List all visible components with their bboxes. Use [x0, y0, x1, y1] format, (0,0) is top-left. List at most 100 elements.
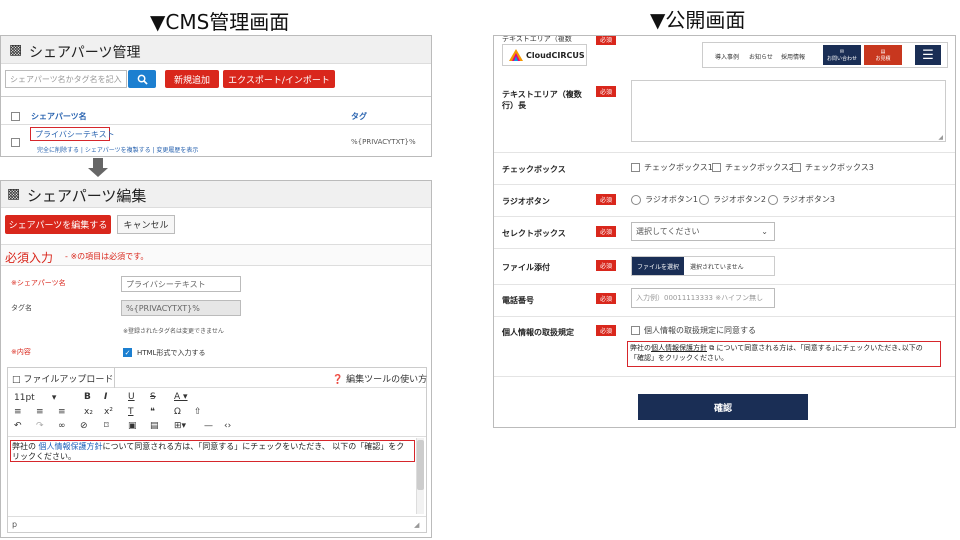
privacy-checkbox[interactable] [631, 326, 640, 335]
col-tag-header[interactable]: タグ [351, 111, 367, 122]
arrow-shaft [93, 158, 103, 168]
align-center-icon[interactable]: ≡ [36, 407, 44, 417]
link-icon[interactable]: ∞ [58, 421, 66, 431]
tel-input[interactable]: 入力例）00011113333 ※ハイフン無し [631, 288, 775, 308]
radio-button[interactable] [768, 194, 778, 205]
strike-icon[interactable]: S [150, 392, 156, 402]
hr-icon[interactable]: — [204, 421, 213, 431]
radio-button[interactable] [699, 194, 709, 205]
logo[interactable]: CloudCIRCUS [502, 44, 587, 66]
tag-input: %{PRIVACYTXT}% [121, 300, 241, 316]
hamburger-menu-icon[interactable]: ☰ [915, 45, 941, 65]
tab-divider [114, 368, 115, 388]
row-name-link[interactable]: プライバシーテキスト [35, 129, 115, 140]
textarea-label: テキストエリア（複数行）長 [502, 90, 582, 110]
text-color-icon[interactable]: A ▾ [174, 392, 188, 402]
table-icon[interactable]: ⊞▾ [174, 421, 186, 431]
search-button[interactable] [128, 70, 156, 88]
privacy-link[interactable]: 個人情報保護方針 [651, 344, 707, 352]
help-link[interactable]: ❓ 編集ツールの使い方 [332, 372, 427, 385]
divider [8, 516, 426, 517]
bold-icon[interactable]: B [84, 392, 91, 402]
upload-icon[interactable]: ⇧ [194, 407, 202, 417]
nav-item[interactable]: お知らせ [749, 52, 773, 61]
checkbox-option[interactable]: チェックボックス2 [712, 162, 794, 173]
divider [494, 248, 955, 249]
divider [494, 184, 955, 185]
privacy-checkbox-option[interactable]: 個人情報の取扱規定に同意する [631, 325, 756, 336]
row-tag: %{PRIVACYTXT}% [351, 138, 416, 146]
unlink-icon[interactable]: ⊘ [80, 421, 88, 431]
align-left-icon[interactable]: ≡ [14, 407, 22, 417]
media-icon[interactable]: ▤ [150, 421, 159, 431]
undo-icon[interactable]: ↶ [14, 421, 22, 431]
divider [1, 124, 431, 125]
required-title: 必須入力 [5, 251, 54, 265]
bookmark-icon[interactable]: ⌑ [104, 421, 109, 431]
required-badge: 必須 [596, 86, 616, 97]
cancel-button[interactable]: キャンセル [117, 215, 175, 234]
name-input[interactable]: プライバシーテキスト [121, 276, 241, 292]
align-right-icon[interactable]: ≡ [58, 407, 66, 417]
checkbox-option[interactable]: チェックボックス1 [631, 162, 713, 173]
share-list-window: ▩ シェアパーツ管理 シェアパーツ名かタグ名を記入 新規追加 エクスポート/イン… [0, 35, 432, 157]
nav-item[interactable]: 採用情報 [781, 52, 805, 61]
editor-scrollbar[interactable] [416, 438, 424, 514]
edit-submit-button[interactable]: シェアパーツを編集する [5, 215, 111, 234]
logo-icon [509, 49, 523, 61]
editor-content[interactable]: 弊社の 個人情報保護方針について同意される方は、「同意する」にチェックをいただき… [12, 442, 412, 462]
new-button[interactable]: 新規追加 [165, 70, 219, 88]
subscript-icon[interactable]: x₂ [84, 407, 93, 417]
share-edit-window: ▩ シェアパーツ編集 シェアパーツを編集する キャンセル 必須入力 - ※の項目… [0, 180, 432, 538]
html-checkbox[interactable]: ✓ [123, 348, 132, 357]
help-link-label: 編集ツールの使い方 [346, 375, 428, 385]
code-icon[interactable]: ‹› [224, 421, 231, 431]
file-select-button[interactable]: ファイルを選択 [632, 257, 684, 275]
export-import-button[interactable]: エクスポート/インポート [223, 70, 335, 88]
select-all-checkbox[interactable] [11, 112, 20, 121]
row-checkbox[interactable] [11, 138, 20, 147]
checkbox[interactable] [792, 163, 801, 172]
html-check-label: HTML形式で入力する [137, 349, 206, 357]
row-actions[interactable]: 完全に削除する | シェアパーツを複製する | 変更履歴を表示 [37, 145, 198, 154]
textarea-field[interactable]: ◢ [631, 80, 946, 142]
required-badge: 必須 [596, 325, 616, 336]
radio-button[interactable] [631, 194, 641, 205]
underline-icon[interactable]: U [128, 392, 135, 402]
select-value: 選択してください [636, 227, 700, 236]
tel-label: 電話番号 [502, 296, 534, 305]
omega-icon[interactable]: Ω [174, 407, 181, 417]
top-label-clipped: テキストエリア（複数 [502, 35, 572, 43]
nav-item[interactable]: 導入事例 [715, 52, 739, 61]
scroll-thumb[interactable] [417, 440, 424, 490]
radio-option[interactable]: ラジオボタン1 [631, 194, 698, 205]
divider [494, 152, 955, 153]
confirm-button[interactable]: 確認 [638, 394, 808, 420]
search-input[interactable]: シェアパーツ名かタグ名を記入 [5, 70, 127, 88]
estimate-button[interactable]: ▤ お見積 [864, 45, 902, 65]
radio-option[interactable]: ラジオボタン2 [699, 194, 766, 205]
file-icon: □ [12, 375, 24, 385]
clear-format-icon[interactable]: T [128, 407, 134, 417]
resize-handle-icon[interactable]: ◢ [414, 521, 419, 529]
quote-icon[interactable]: ❝ [150, 407, 155, 417]
contact-button[interactable]: ✉ お問い合わせ [823, 45, 861, 65]
select-box[interactable]: 選択してください ⌄ [631, 222, 775, 241]
resize-handle-icon[interactable]: ◢ [938, 134, 943, 141]
superscript-icon[interactable]: x² [104, 407, 113, 417]
search-icon [137, 74, 148, 85]
font-size-select[interactable]: 11pt ▾ [14, 393, 56, 403]
checkbox[interactable] [712, 163, 721, 172]
list-title: シェアパーツ管理 [29, 45, 141, 61]
file-input[interactable]: ファイルを選択 選択されていません [631, 256, 775, 276]
editor-link[interactable]: 個人情報保護方針 [39, 442, 103, 451]
upload-tab[interactable]: □ ファイルアップロード [12, 372, 113, 385]
radio-option-label: ラジオボタン1 [645, 195, 698, 204]
radio-option[interactable]: ラジオボタン3 [768, 194, 835, 205]
italic-icon[interactable]: I [104, 392, 107, 402]
checkbox-option[interactable]: チェックボックス3 [792, 162, 874, 173]
checkbox[interactable] [631, 163, 640, 172]
image-icon[interactable]: ▣ [128, 421, 137, 431]
col-name-header[interactable]: シェアパーツ名 [31, 111, 87, 122]
redo-icon[interactable]: ↷ [36, 421, 44, 431]
